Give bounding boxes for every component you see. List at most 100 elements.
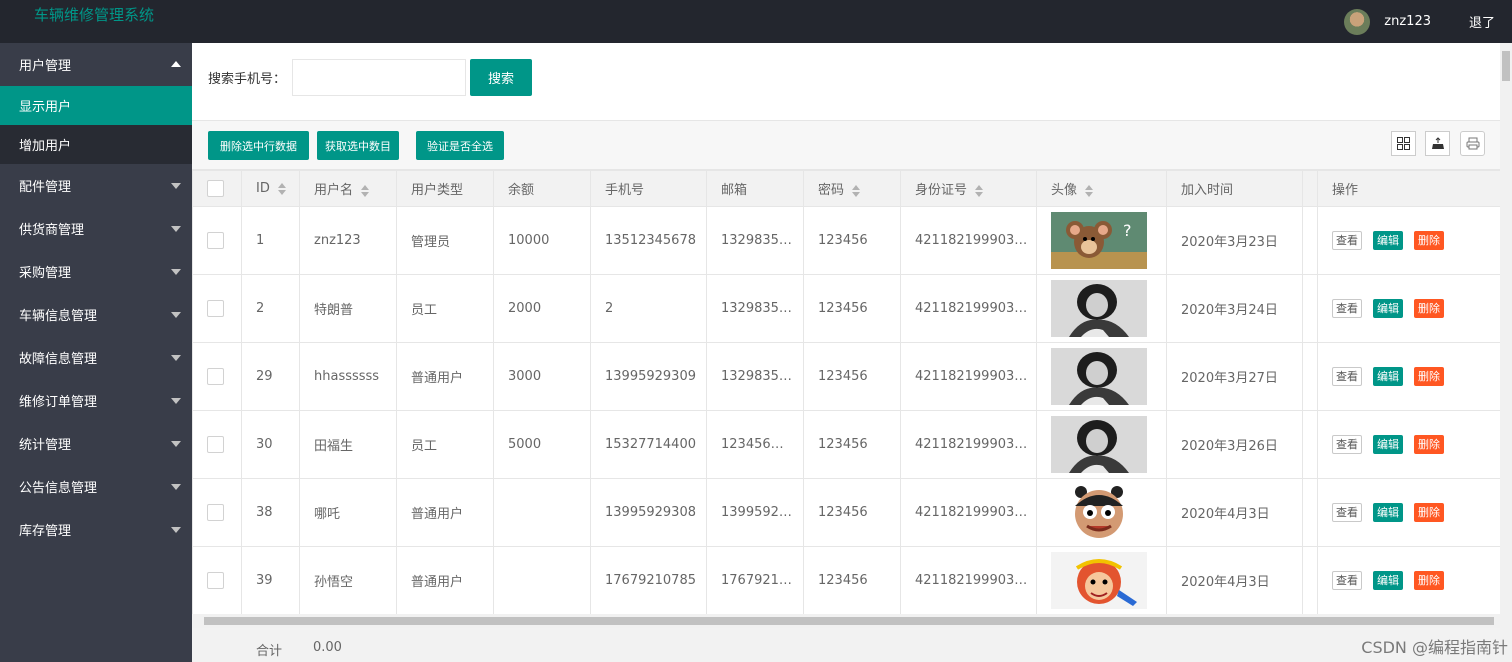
- sidebar-item-user-management[interactable]: 用户管理: [0, 43, 192, 86]
- avatar-thumbnail: [1051, 416, 1166, 473]
- cell-email: 1399592…: [706, 478, 804, 547]
- column-header-avatar[interactable]: 头像: [1036, 170, 1167, 207]
- column-header-password[interactable]: 密码: [803, 170, 901, 207]
- cell-email: 1767921…: [706, 546, 804, 615]
- get-selected-count-button[interactable]: 获取选中数目: [317, 131, 399, 160]
- column-header-username[interactable]: 用户名: [299, 170, 397, 207]
- row-select-cell: [192, 206, 242, 275]
- edit-button[interactable]: 编辑: [1373, 435, 1403, 454]
- chevron-down-icon: [171, 312, 181, 318]
- cell-user-type: 普通用户: [396, 546, 494, 615]
- sidebar-item-inventory[interactable]: 库存管理: [0, 508, 192, 551]
- delete-button[interactable]: 删除: [1414, 231, 1444, 250]
- sidebar-item-parts[interactable]: 配件管理: [0, 164, 192, 207]
- row-select-cell: [192, 546, 242, 615]
- cell-user-type: 普通用户: [396, 478, 494, 547]
- view-button[interactable]: 查看: [1332, 299, 1362, 318]
- phone-search-input[interactable]: [292, 59, 466, 96]
- column-label: 头像: [1051, 183, 1078, 198]
- column-label: 邮箱: [721, 183, 748, 198]
- row-checkbox[interactable]: [207, 504, 224, 521]
- cell-balance: [493, 546, 591, 615]
- edit-button[interactable]: 编辑: [1373, 367, 1403, 386]
- sidebar-item-statistics[interactable]: 统计管理: [0, 422, 192, 465]
- delete-button[interactable]: 删除: [1414, 435, 1444, 454]
- cell-id-card: 421182199903…: [900, 410, 1037, 479]
- scrollbar-thumb[interactable]: [1502, 51, 1510, 81]
- view-button[interactable]: 查看: [1332, 571, 1362, 590]
- vertical-scrollbar[interactable]: [1500, 43, 1512, 662]
- sort-icon[interactable]: [277, 182, 286, 195]
- print-icon[interactable]: [1460, 131, 1485, 156]
- search-button[interactable]: 搜索: [470, 59, 532, 96]
- cell-id-card: 421182199903…: [900, 478, 1037, 547]
- check-all-selected-button[interactable]: 验证是否全选: [416, 131, 504, 160]
- column-header-id[interactable]: ID: [241, 170, 300, 207]
- app-title[interactable]: 车辆维修管理系统: [34, 4, 154, 25]
- view-button[interactable]: 查看: [1332, 231, 1362, 250]
- cell-actions: 查看 编辑 删除: [1317, 478, 1509, 547]
- sidebar-item-vehicles[interactable]: 车辆信息管理: [0, 293, 192, 336]
- cell-phone: 17679210785: [590, 546, 707, 615]
- chevron-down-icon: [171, 484, 181, 490]
- edit-button[interactable]: 编辑: [1373, 571, 1403, 590]
- sidebar-item-label: 用户管理: [19, 59, 72, 74]
- edit-button[interactable]: 编辑: [1373, 299, 1403, 318]
- delete-button[interactable]: 删除: [1414, 571, 1444, 590]
- cell-id-card: 421182199903…: [900, 342, 1037, 411]
- user-avatar[interactable]: [1344, 8, 1371, 35]
- column-header-id-card[interactable]: 身份证号: [900, 170, 1037, 207]
- row-checkbox[interactable]: [207, 232, 224, 249]
- export-icon[interactable]: [1425, 131, 1450, 156]
- column-header-balance: 余额: [493, 170, 591, 207]
- view-button[interactable]: 查看: [1332, 367, 1362, 386]
- sidebar-item-announcements[interactable]: 公告信息管理: [0, 465, 192, 508]
- edit-button[interactable]: 编辑: [1373, 231, 1403, 250]
- row-checkbox[interactable]: [207, 368, 224, 385]
- columns-filter-icon[interactable]: [1391, 131, 1416, 156]
- sidebar-item-repair-orders[interactable]: 维修订单管理: [0, 379, 192, 422]
- cell-actions: 查看 编辑 删除: [1317, 342, 1509, 411]
- sort-icon[interactable]: [852, 184, 861, 197]
- cell-id-card: 421182199903…: [900, 274, 1037, 343]
- sort-icon[interactable]: [361, 184, 370, 197]
- search-label: 搜索手机号：: [208, 72, 287, 87]
- scrollbar-thumb[interactable]: [204, 617, 1494, 625]
- row-checkbox[interactable]: [207, 572, 224, 589]
- column-header-email: 邮箱: [706, 170, 804, 207]
- horizontal-scrollbar[interactable]: [192, 614, 1500, 628]
- avatar-thumbnail: [1051, 348, 1166, 405]
- delete-button[interactable]: 删除: [1414, 299, 1444, 318]
- table-row: 39 孙悟空 普通用户 17679210785 1767921… 123456 421182…: [192, 546, 1509, 615]
- chevron-down-icon: [171, 398, 181, 404]
- cell-id: 1: [241, 206, 300, 275]
- column-gap: [1302, 274, 1318, 343]
- sidebar-item-faults[interactable]: 故障信息管理: [0, 336, 192, 379]
- sort-icon[interactable]: [1085, 184, 1094, 197]
- username[interactable]: znz123: [1384, 14, 1431, 29]
- chevron-down-icon: [171, 269, 181, 275]
- sidebar-item-suppliers[interactable]: 供货商管理: [0, 207, 192, 250]
- edit-button[interactable]: 编辑: [1373, 503, 1403, 522]
- sidebar-subitem-show-users[interactable]: 显示用户: [0, 86, 192, 125]
- cell-balance: 5000: [493, 410, 591, 479]
- cell-avatar: [1036, 410, 1167, 479]
- row-checkbox[interactable]: [207, 436, 224, 453]
- delete-selected-button[interactable]: 删除选中行数据: [208, 131, 309, 160]
- cell-avatar: [1036, 546, 1167, 615]
- view-button[interactable]: 查看: [1332, 435, 1362, 454]
- delete-button[interactable]: 删除: [1414, 503, 1444, 522]
- user-area: znz123 退了: [1344, 0, 1512, 43]
- logout-link[interactable]: 退了: [1469, 12, 1495, 31]
- cell-phone: 13995929309: [590, 342, 707, 411]
- row-checkbox[interactable]: [207, 300, 224, 317]
- view-button[interactable]: 查看: [1332, 503, 1362, 522]
- sort-icon[interactable]: [975, 184, 984, 197]
- sidebar-subitem-add-user[interactable]: 增加用户: [0, 125, 192, 164]
- select-all-checkbox[interactable]: [207, 180, 224, 197]
- cell-id: 2: [241, 274, 300, 343]
- cell-email: 123456…: [706, 410, 804, 479]
- delete-button[interactable]: 删除: [1414, 367, 1444, 386]
- sidebar-item-purchasing[interactable]: 采购管理: [0, 250, 192, 293]
- column-label: 操作: [1332, 183, 1359, 198]
